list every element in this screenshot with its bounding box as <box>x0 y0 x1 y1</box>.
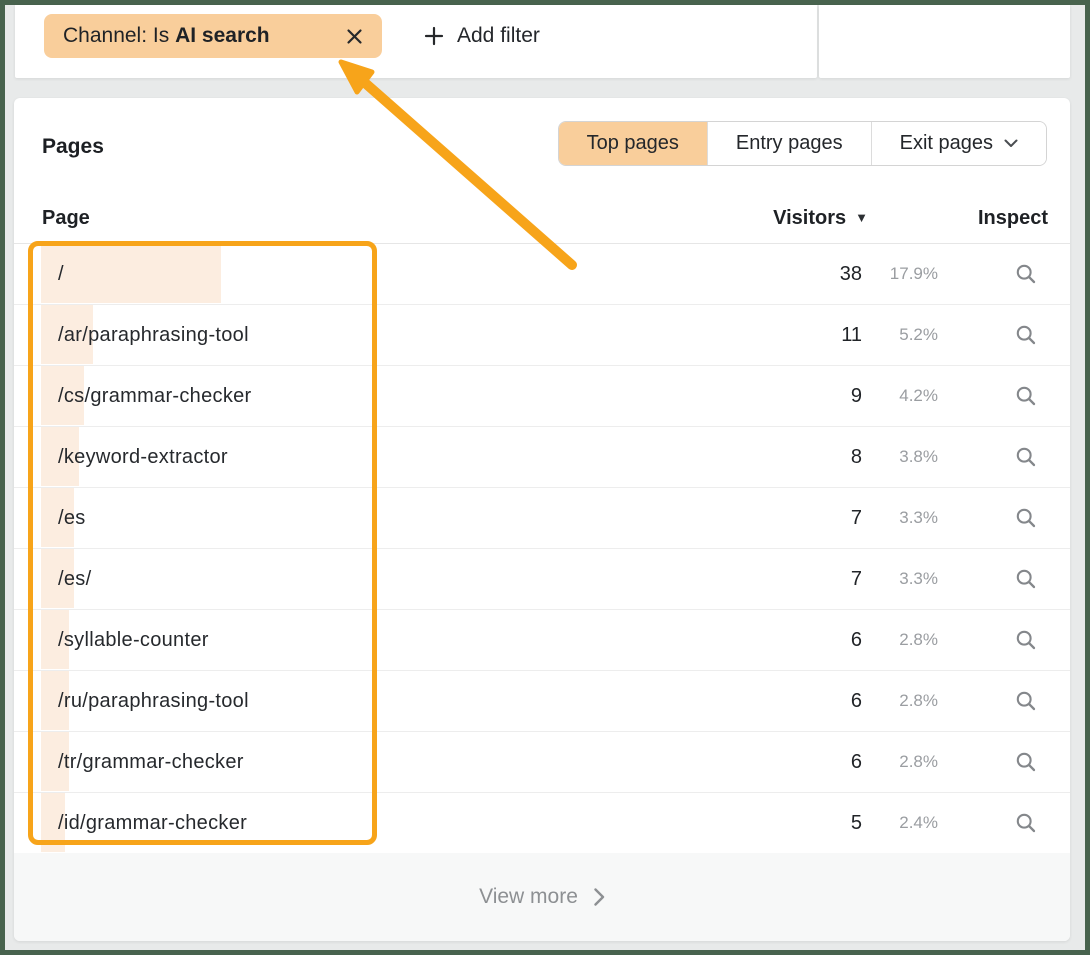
visitors-cell: 5 <box>851 793 862 853</box>
magnifier-icon <box>1015 324 1037 346</box>
percent-cell: 5.2% <box>899 305 938 365</box>
page-cell: /cs/grammar-checker <box>58 366 252 426</box>
filter-chip[interactable]: Channel: Is AI search <box>44 14 382 58</box>
table-row: /keyword-extractor 8 3.8% <box>14 427 1070 488</box>
view-more-button[interactable]: View more <box>14 853 1070 941</box>
add-filter-label: Add filter <box>457 24 540 48</box>
visitors-cell: 7 <box>851 488 862 548</box>
visitors-cell: 9 <box>851 366 862 426</box>
filter-bar: Channel: Is AI search Add filter <box>15 5 817 78</box>
page-cell: /id/grammar-checker <box>58 793 247 853</box>
toolbar-card <box>819 5 1070 78</box>
table-row: / 38 17.9% <box>14 244 1070 305</box>
table-row: /cs/grammar-checker 9 4.2% <box>14 366 1070 427</box>
table-row: /es 7 3.3% <box>14 488 1070 549</box>
inspect-button[interactable] <box>1006 744 1046 780</box>
magnifier-icon <box>1015 629 1037 651</box>
percent-cell: 2.8% <box>899 671 938 731</box>
inspect-button[interactable] <box>1006 561 1046 597</box>
visitors-cell: 8 <box>851 427 862 487</box>
screenshot-frame: Channel: Is AI search Add filter Pages T… <box>0 0 1090 955</box>
chevron-down-icon <box>1004 139 1018 148</box>
view-more-label: View more <box>479 885 578 909</box>
magnifier-icon <box>1015 385 1037 407</box>
inspect-button[interactable] <box>1006 256 1046 292</box>
inspect-button[interactable] <box>1006 500 1046 536</box>
magnifier-icon <box>1015 812 1037 834</box>
page-cell: /ar/paraphrasing-tool <box>58 305 249 365</box>
magnifier-icon <box>1015 751 1037 773</box>
table-row: /syllable-counter 6 2.8% <box>14 610 1070 671</box>
percent-cell: 4.2% <box>899 366 938 426</box>
plus-icon <box>424 26 444 46</box>
tab-entry-pages[interactable]: Entry pages <box>707 122 871 165</box>
tab-top-pages[interactable]: Top pages <box>559 122 707 165</box>
percent-cell: 2.8% <box>899 732 938 792</box>
add-filter-button[interactable]: Add filter <box>418 23 546 49</box>
page-cell: / <box>58 244 64 304</box>
table-header-row: Page Visitors ▼ Inspect <box>14 196 1070 244</box>
visitors-cell: 6 <box>851 610 862 670</box>
sort-desc-icon: ▼ <box>855 196 868 240</box>
tab-exit-pages[interactable]: Exit pages <box>871 122 1046 165</box>
column-header-inspect: Inspect <box>978 196 1048 240</box>
column-header-page: Page <box>42 196 90 240</box>
page-cell: /keyword-extractor <box>58 427 228 487</box>
inspect-button[interactable] <box>1006 683 1046 719</box>
magnifier-icon <box>1015 568 1037 590</box>
inspect-button[interactable] <box>1006 378 1046 414</box>
visitors-cell: 6 <box>851 671 862 731</box>
table-body: / 38 17.9% /ar/paraphrasing-tool 11 5.2%… <box>14 244 1070 854</box>
inspect-button[interactable] <box>1006 622 1046 658</box>
visitors-cell: 11 <box>841 305 862 365</box>
table-row: /id/grammar-checker 5 2.4% <box>14 793 1070 854</box>
column-header-visitors[interactable]: Visitors ▼ <box>773 196 868 240</box>
magnifier-icon <box>1015 263 1037 285</box>
pages-card-header: Pages Top pages Entry pages Exit pages <box>14 98 1070 196</box>
visitors-cell: 7 <box>851 549 862 609</box>
page-title: Pages <box>42 135 104 159</box>
inspect-button[interactable] <box>1006 317 1046 353</box>
inspect-button[interactable] <box>1006 439 1046 475</box>
page-cell: /es/ <box>58 549 91 609</box>
page-cell: /syllable-counter <box>58 610 209 670</box>
magnifier-icon <box>1015 507 1037 529</box>
inspect-button[interactable] <box>1006 805 1046 841</box>
close-icon[interactable] <box>346 28 363 45</box>
page-background: Channel: Is AI search Add filter Pages T… <box>5 5 1085 950</box>
magnifier-icon <box>1015 446 1037 468</box>
percent-cell: 2.4% <box>899 793 938 853</box>
table-row: /ar/paraphrasing-tool 11 5.2% <box>14 305 1070 366</box>
table-row: /ru/paraphrasing-tool 6 2.8% <box>14 671 1070 732</box>
table-row: /tr/grammar-checker 6 2.8% <box>14 732 1070 793</box>
page-cell: /es <box>58 488 86 548</box>
visitors-cell: 38 <box>840 244 862 304</box>
magnifier-icon <box>1015 690 1037 712</box>
visitors-bar <box>41 244 221 303</box>
percent-cell: 3.3% <box>899 549 938 609</box>
percent-cell: 3.8% <box>899 427 938 487</box>
page-cell: /tr/grammar-checker <box>58 732 244 792</box>
chevron-right-icon <box>594 888 605 906</box>
table-row: /es/ 7 3.3% <box>14 549 1070 610</box>
percent-cell: 17.9% <box>890 244 938 304</box>
percent-cell: 3.3% <box>899 488 938 548</box>
page-cell: /ru/paraphrasing-tool <box>58 671 249 731</box>
pages-tab-group: Top pages Entry pages Exit pages <box>558 121 1047 166</box>
visitors-cell: 6 <box>851 732 862 792</box>
pages-card: Pages Top pages Entry pages Exit pages P… <box>14 98 1070 941</box>
percent-cell: 2.8% <box>899 610 938 670</box>
filter-chip-label: Channel: Is AI search <box>63 24 270 48</box>
